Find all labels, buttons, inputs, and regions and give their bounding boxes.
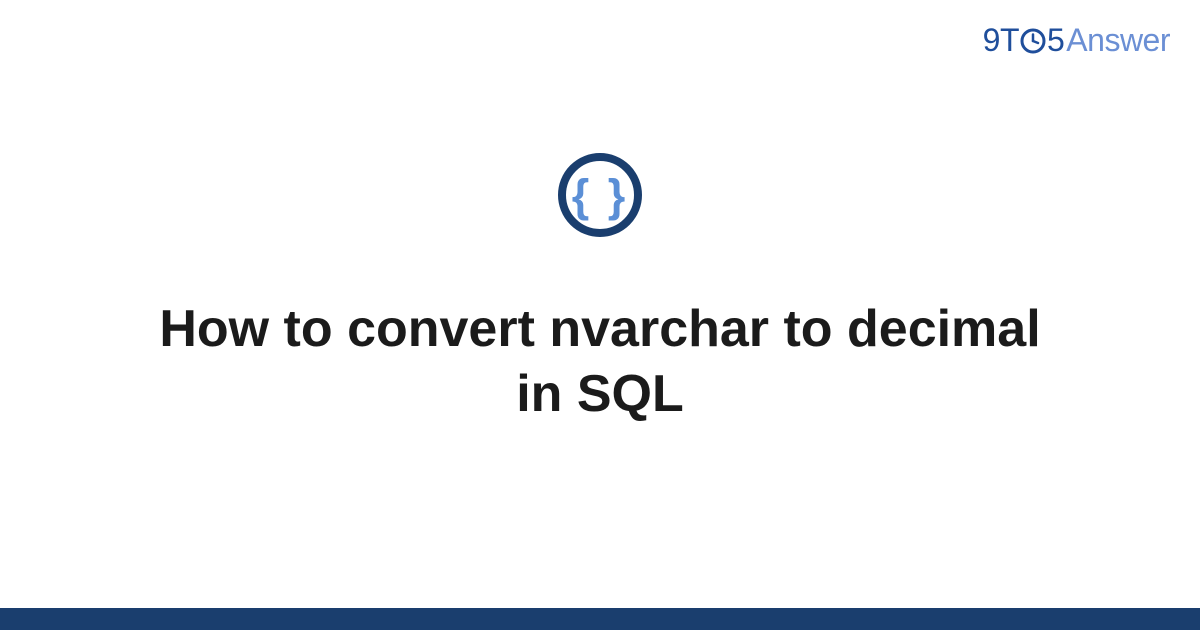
footer-bar: [0, 608, 1200, 630]
brand-part-answer: Answer: [1066, 22, 1170, 59]
page-title: How to convert nvarchar to decimal in SQ…: [150, 297, 1050, 427]
braces-glyph: { }: [572, 173, 629, 218]
clock-icon: [1020, 28, 1046, 54]
main-content: { } How to convert nvarchar to decimal i…: [0, 0, 1200, 630]
site-brand: 9T 5 Answer: [983, 22, 1170, 59]
brand-part-9t: 9T: [983, 22, 1019, 59]
brand-part-5: 5: [1047, 22, 1064, 59]
code-braces-icon: { }: [558, 153, 642, 237]
page: 9T 5 Answer { } How to convert nvarchar …: [0, 0, 1200, 630]
